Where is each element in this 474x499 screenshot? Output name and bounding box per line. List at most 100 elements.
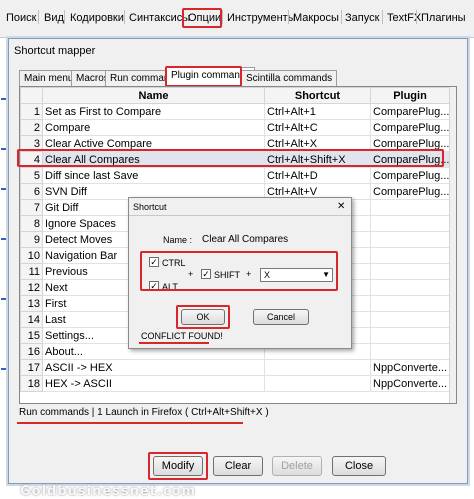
row-name: Diff since last Save — [42, 167, 265, 184]
conflict-warning: CONFLICT FOUND! — [141, 331, 223, 341]
cancel-button[interactable]: Cancel — [253, 309, 309, 325]
shortcut-dialog-title: Shortcut — [133, 202, 167, 212]
row-number: 16 — [20, 343, 43, 360]
alt-label: ALT — [162, 282, 178, 292]
header-shortcut[interactable]: Shortcut — [264, 87, 371, 104]
menu-separator — [341, 10, 342, 24]
menu-tools[interactable]: Инструменты — [227, 12, 296, 24]
modify-button[interactable]: Modify — [153, 456, 203, 476]
menu-run[interactable]: Запуск — [345, 12, 379, 24]
editor-margin — [0, 38, 8, 499]
row-number: 7 — [20, 199, 43, 216]
row-plugin: ComparePlug... — [370, 151, 450, 168]
menu-separator — [38, 10, 39, 24]
row-number: 2 — [20, 119, 43, 136]
row-number: 13 — [20, 295, 43, 312]
row-plugin — [370, 263, 450, 280]
ctrl-checkbox[interactable]: ✓ — [149, 257, 159, 267]
table-row[interactable]: 17 ASCII -> HEX NppConverte... — [20, 359, 450, 376]
delete-button[interactable]: Delete — [272, 456, 322, 476]
menu-separator — [416, 10, 417, 24]
key-select[interactable]: X ▼ — [260, 268, 333, 282]
tab-scintilla-commands[interactable]: Scintilla commands — [241, 70, 338, 86]
row-plugin: ComparePlug... — [370, 135, 450, 152]
table-row[interactable]: 1 Set as First to Compare Ctrl+Alt+1 Compar… — [20, 103, 450, 120]
table-row[interactable]: 3 Clear Active Compare Ctrl+Alt+X ComparePl… — [20, 135, 450, 152]
shortcut-dialog-titlebar: Shortcut ✕ — [129, 198, 351, 216]
row-number: 6 — [20, 183, 43, 200]
row-plugin — [370, 343, 450, 360]
table-row[interactable]: 2 Compare Ctrl+Alt+C ComparePlug... — [20, 119, 450, 136]
dialog-title: Shortcut mapper — [14, 45, 96, 57]
menu-syntax[interactable]: Синтаксисы — [129, 12, 190, 24]
shortcut-dialog: Shortcut ✕ Name : Clear All Compares ✓ C… — [128, 197, 352, 349]
row-plugin — [370, 247, 450, 264]
row-number: 9 — [20, 231, 43, 248]
row-name: ASCII -> HEX — [42, 359, 265, 376]
row-plugin — [370, 215, 450, 232]
row-plugin — [370, 199, 450, 216]
shift-checkbox[interactable]: ✓ — [201, 269, 211, 279]
close-button[interactable]: Close — [332, 456, 386, 476]
table-row[interactable]: 4 Clear All Compares Ctrl+Alt+Shift+X Compa… — [20, 151, 450, 168]
row-shortcut: Ctrl+Alt+Shift+X — [264, 151, 371, 168]
watermark: Goldbusinessnet.com — [20, 484, 197, 499]
row-shortcut — [264, 375, 371, 392]
name-label: Name : — [163, 235, 193, 245]
highlight-conflict-underline — [139, 342, 209, 344]
header-name[interactable]: Name — [42, 87, 265, 104]
table-header: Name Shortcut Plugin — [20, 87, 450, 104]
menu-separator — [288, 10, 289, 24]
row-number: 15 — [20, 327, 43, 344]
tab-main-menu[interactable]: Main menu — [19, 70, 79, 86]
plus-sign: + — [188, 269, 194, 279]
menu-options[interactable]: Опции — [188, 12, 221, 24]
row-number: 12 — [20, 279, 43, 296]
conflict-status-line: Run commands | 1 Launch in Firefox ( Ctr… — [19, 407, 269, 418]
close-icon[interactable]: ✕ — [337, 201, 345, 212]
menu-separator — [382, 10, 383, 24]
row-number: 8 — [20, 215, 43, 232]
row-plugin — [370, 327, 450, 344]
row-name: Clear All Compares — [42, 151, 265, 168]
table-row[interactable]: 18 HEX -> ASCII NppConverte... — [20, 375, 450, 392]
menu-macros[interactable]: Макросы — [293, 12, 339, 24]
plus-sign: + — [246, 269, 252, 279]
row-plugin: NppConverte... — [370, 375, 450, 392]
grid-scrollbar[interactable] — [449, 87, 456, 403]
row-plugin: ComparePlug... — [370, 103, 450, 120]
row-number: 1 — [20, 103, 43, 120]
row-plugin — [370, 231, 450, 248]
menu-view[interactable]: Вид — [44, 12, 64, 24]
row-number: 10 — [20, 247, 43, 264]
menu-separator — [222, 10, 223, 24]
name-value: Clear All Compares — [202, 234, 289, 245]
row-number: 18 — [20, 375, 43, 392]
row-number: 4 — [20, 151, 43, 168]
header-plugin[interactable]: Plugin — [370, 87, 450, 104]
row-name: Compare — [42, 119, 265, 136]
row-shortcut: Ctrl+Alt+X — [264, 135, 371, 152]
table-row[interactable]: 5 Diff since last Save Ctrl+Alt+D ComparePl… — [20, 167, 450, 184]
alt-checkbox[interactable]: ✓ — [149, 281, 159, 291]
row-name: HEX -> ASCII — [42, 375, 265, 392]
clear-button[interactable]: Clear — [213, 456, 263, 476]
header-num — [20, 87, 43, 104]
highlight-status-underline — [17, 422, 243, 424]
row-shortcut: Ctrl+Alt+C — [264, 119, 371, 136]
row-plugin: NppConverte... — [370, 359, 450, 376]
menu-plugins[interactable]: Плагины — [421, 12, 466, 24]
row-number: 14 — [20, 311, 43, 328]
menu-separator — [64, 10, 65, 24]
row-plugin: ComparePlug... — [370, 119, 450, 136]
row-plugin — [370, 311, 450, 328]
menu-search[interactable]: Поиск — [6, 12, 36, 24]
menu-encoding[interactable]: Кодировки — [70, 12, 124, 24]
ok-button[interactable]: OK — [181, 309, 225, 325]
shift-label: SHIFT — [214, 270, 240, 280]
ctrl-label: CTRL — [162, 258, 186, 268]
row-shortcut: Ctrl+Alt+D — [264, 167, 371, 184]
row-plugin — [370, 295, 450, 312]
app-menubar: Поиск Вид Кодировки Синтаксисы Опции Инс… — [0, 0, 474, 38]
row-name: Clear Active Compare — [42, 135, 265, 152]
